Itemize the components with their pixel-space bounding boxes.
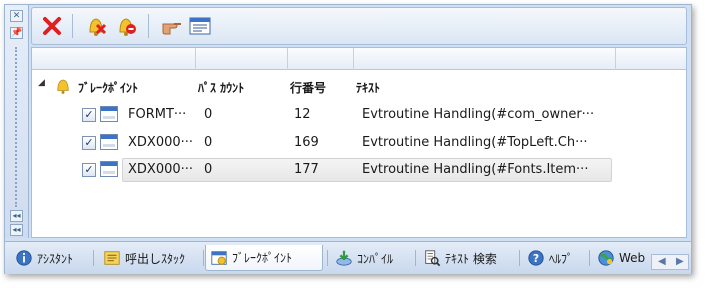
toolbar: [31, 7, 687, 45]
tab-breakpoints[interactable]: ﾌﾞﾚｰｸﾎﾟｲﾝﾄ: [205, 245, 323, 271]
delete-icon[interactable]: [40, 14, 64, 38]
collapse-icon[interactable]: ◂◂: [10, 210, 23, 222]
root-label: ﾌﾞﾚｰｸﾎﾟｲﾝﾄ: [78, 81, 139, 95]
source-text-value: Evtroutine Handling(#Fonts.Item···: [362, 162, 589, 177]
enable-checkbox[interactable]: ✓: [82, 163, 96, 177]
tab-assistant[interactable]: ｱｼｽﾀﾝﾄ: [11, 245, 77, 271]
source-text-value: Evtroutine Handling(#TopLeft.Ch···: [362, 135, 588, 150]
tab-call-stack[interactable]: 呼出しｽﾀｯｸ: [99, 245, 189, 271]
tab-label: ｺﾝﾊﾟｲﾙ: [357, 251, 394, 266]
enable-checkbox[interactable]: ✓: [82, 108, 96, 122]
tab-label: ｱｼｽﾀﾝﾄ: [37, 251, 74, 266]
breakpoint-name: XDX000···: [128, 135, 194, 150]
pass-count-value: 0: [204, 162, 213, 177]
tree-root-row[interactable]: ◢ ﾌﾞﾚｰｸﾎﾟｲﾝﾄ ﾊﾟｽ ｶｳﾝﾄ 行番号 ﾃｷｽﾄ: [32, 75, 686, 99]
source-file-icon: [100, 134, 118, 150]
source-file-icon: [100, 161, 118, 177]
column-header-line[interactable]: [288, 48, 354, 70]
line-number-header: 行番号: [290, 81, 327, 95]
grid-header: [32, 48, 686, 70]
compile-icon: [336, 250, 352, 266]
tab-web[interactable]: Web: [593, 245, 649, 271]
tab-separator: [589, 250, 590, 266]
web-icon: [598, 250, 614, 266]
table-row[interactable]: ✓ FORMT··· 0 12 Evtroutine Handling(#com…: [32, 103, 686, 127]
table-row-selected[interactable]: ✓ XDX000··· 0 177 Evtroutine Handling(#F…: [32, 158, 686, 182]
tab-label: ﾌﾞﾚｰｸﾎﾟｲﾝﾄ: [232, 251, 293, 265]
tab-help[interactable]: ? ﾍﾙﾌﾟ: [523, 245, 577, 271]
close-icon[interactable]: ✕: [10, 10, 23, 22]
tab-separator: [93, 250, 94, 266]
tab-label: ﾍﾙﾌﾟ: [549, 251, 574, 266]
tab-separator: [415, 250, 416, 266]
find-window-icon[interactable]: [188, 14, 212, 38]
column-header-text[interactable]: [354, 48, 616, 70]
line-number-value: 169: [294, 135, 319, 150]
source-text-value: Evtroutine Handling(#com_owner···: [362, 107, 595, 122]
tab-label: 呼出しｽﾀｯｸ: [125, 251, 186, 266]
breakpoint-name: XDX000···: [128, 162, 194, 177]
info-icon: [16, 250, 32, 266]
text-search-icon: [425, 250, 441, 267]
breakpoint-remove-icon[interactable]: [84, 14, 108, 38]
breakpoint-icon: [211, 250, 227, 265]
call-stack-icon: [104, 251, 120, 265]
pass-count-value: 0: [204, 135, 213, 150]
breakpoint-clear-icon[interactable]: [114, 14, 138, 38]
expand-arrow-icon[interactable]: ◢: [38, 78, 45, 88]
breakpoint-grid: ◢ ﾌﾞﾚｰｸﾎﾟｲﾝﾄ ﾊﾟｽ ｶｳﾝﾄ 行番号 ﾃｷｽﾄ ✓ FORMT··…: [31, 47, 687, 238]
column-header-name[interactable]: [32, 48, 196, 70]
text-header: ﾃｷｽﾄ: [356, 81, 381, 95]
tab-text-search[interactable]: ﾃｷｽﾄ 検索: [419, 245, 501, 271]
svg-text:?: ?: [533, 252, 539, 265]
column-header-pass-count[interactable]: [196, 48, 288, 70]
gripper[interactable]: [15, 47, 17, 207]
source-file-icon: [100, 106, 118, 122]
enable-checkbox[interactable]: ✓: [82, 136, 96, 150]
line-number-value: 12: [294, 107, 311, 122]
line-number-value: 177: [294, 162, 319, 177]
tab-label: ﾃｷｽﾄ 検索: [445, 251, 497, 266]
pass-count-header: ﾊﾟｽ ｶｳﾝﾄ: [198, 81, 245, 95]
breakpoint-name: FORMT···: [128, 107, 187, 122]
pin-icon[interactable]: 📌: [10, 27, 23, 39]
collapse-icon-2[interactable]: ◂◂: [10, 224, 23, 236]
scroll-right-icon[interactable]: ▶: [676, 256, 684, 267]
tab-compile[interactable]: ｺﾝﾊﾟｲﾙ: [331, 245, 397, 271]
toolbar-separator: [148, 14, 149, 38]
tab-label: Web: [619, 251, 646, 265]
breakpoints-panel: ✕ 📌 ◂◂ ◂◂ ◢ ﾌﾞﾚｰｸﾎﾟｲﾝﾄ ﾊﾟｽ ｶｳﾝﾄ 行番号 ﾃｷｽﾄ…: [4, 4, 692, 274]
help-icon: ?: [528, 250, 544, 266]
pass-count-value: 0: [204, 107, 213, 122]
goto-source-icon[interactable]: [160, 14, 184, 38]
tab-separator: [203, 250, 204, 266]
table-row[interactable]: ✓ XDX000··· 0 169 Evtroutine Handling(#T…: [32, 131, 686, 155]
tab-separator: [327, 250, 328, 266]
column-header-extra[interactable]: [616, 48, 688, 70]
tab-scroll-buttons: ◀ ▶: [651, 254, 689, 270]
tab-separator: [519, 250, 520, 266]
panel-tab-strip: ｱｼｽﾀﾝﾄ 呼出しｽﾀｯｸ ﾌﾞﾚｰｸﾎﾟｲﾝﾄ ｺﾝﾊﾟｲﾙ ﾃｷｽﾄ 検索…: [5, 241, 691, 274]
scroll-left-icon[interactable]: ◀: [658, 256, 666, 267]
toolbar-separator: [72, 14, 73, 38]
side-strip: ✕ 📌 ◂◂ ◂◂: [5, 5, 29, 238]
breakpoint-bell-icon: [57, 79, 69, 94]
